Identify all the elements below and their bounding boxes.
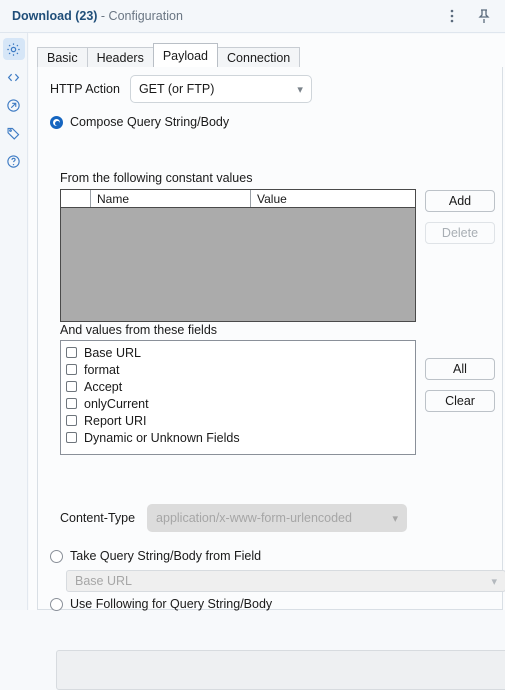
- compose-radio[interactable]: [50, 115, 63, 129]
- tab-payload-label: Payload: [162, 48, 209, 63]
- delete-button[interactable]: Delete: [425, 222, 495, 244]
- title-subtitle: - Configuration: [97, 9, 183, 23]
- tab-payload[interactable]: Payload: [152, 43, 219, 67]
- pin-icon[interactable]: [475, 7, 493, 25]
- compose-radio-label: Compose Query String/Body: [70, 115, 230, 129]
- take-from-field-select[interactable]: Base URL ▾: [66, 570, 505, 592]
- list-item-label: Accept: [84, 379, 123, 394]
- content-type-row: Content-Type application/x-www-form-urle…: [60, 504, 408, 532]
- tab-connection-label: Connection: [227, 50, 291, 65]
- table-header-name: Name: [91, 190, 251, 207]
- take-from-field-value: Base URL: [75, 574, 132, 588]
- all-button-label: All: [453, 362, 467, 376]
- titlebar: Download (23) - Configuration: [0, 0, 505, 33]
- sidebar-item-settings[interactable]: [2, 38, 25, 60]
- add-button-label: Add: [448, 194, 472, 208]
- content-panel: Basic Headers Payload Connection HTTP Ac…: [29, 34, 505, 690]
- sidebar-item-code[interactable]: [3, 66, 25, 88]
- checkbox-base-url[interactable]: [66, 347, 77, 358]
- checkbox-format[interactable]: [66, 364, 77, 375]
- content-type-select[interactable]: application/x-www-form-urlencoded ▾: [147, 504, 408, 532]
- http-action-value: GET (or FTP): [138, 82, 215, 96]
- take-from-field-radio-row[interactable]: Take Query String/Body from Field: [50, 549, 261, 563]
- use-following-textarea[interactable]: [56, 650, 505, 690]
- content-type-value: application/x-www-form-urlencoded: [156, 511, 352, 525]
- tab-basic[interactable]: Basic: [37, 47, 88, 67]
- tab-headers[interactable]: Headers: [86, 47, 154, 67]
- chevron-down-icon: ▾: [392, 512, 399, 525]
- checkbox-dynamic-fields[interactable]: [66, 432, 77, 443]
- sidebar-item-external-link[interactable]: [3, 94, 25, 116]
- chevron-down-icon: ▾: [297, 83, 303, 96]
- table-header-select: [61, 190, 91, 207]
- table-body-empty: [61, 208, 415, 321]
- use-following-radio[interactable]: [50, 597, 63, 611]
- title-app-name: Download: [12, 9, 72, 23]
- tab-basic-label: Basic: [47, 50, 78, 65]
- take-from-field-radio[interactable]: [50, 549, 63, 563]
- checkbox-onlycurrent[interactable]: [66, 398, 77, 409]
- checkbox-report-uri[interactable]: [66, 415, 77, 426]
- content-type-label: Content-Type: [60, 511, 136, 525]
- add-button[interactable]: Add: [425, 190, 495, 212]
- list-item-label: Report URI: [84, 413, 147, 428]
- tabstrip: Basic Headers Payload Connection: [37, 43, 503, 67]
- title-count: (23): [75, 9, 98, 23]
- take-from-field-label: Take Query String/Body from Field: [70, 549, 262, 563]
- all-button[interactable]: All: [425, 358, 495, 380]
- list-item[interactable]: Dynamic or Unknown Fields: [66, 430, 415, 445]
- tab-headers-label: Headers: [96, 50, 144, 65]
- checkbox-accept[interactable]: [66, 381, 77, 392]
- use-following-radio-row[interactable]: Use Following for Query String/Body: [50, 597, 272, 611]
- delete-button-label: Delete: [441, 226, 479, 240]
- constants-table[interactable]: Name Value: [60, 189, 416, 322]
- list-item-label: onlyCurrent: [84, 396, 149, 411]
- list-item-label: format: [84, 362, 120, 377]
- list-item[interactable]: Base URL: [66, 345, 415, 360]
- list-item[interactable]: format: [66, 362, 415, 377]
- fields-listbox[interactable]: Base URL format Accept onlyCurrent Repor…: [60, 340, 416, 455]
- tab-connection[interactable]: Connection: [217, 47, 301, 67]
- list-item-label: Base URL: [84, 345, 141, 360]
- list-item[interactable]: onlyCurrent: [66, 396, 415, 411]
- table-header-row: Name Value: [61, 190, 415, 208]
- list-item[interactable]: Report URI: [66, 413, 415, 428]
- fields-label: And values from these fields: [60, 323, 218, 337]
- compose-radio-row[interactable]: Compose Query String/Body: [50, 115, 229, 129]
- payload-panel: HTTP Action GET (or FTP) ▾ Compose Query…: [37, 67, 505, 690]
- list-item-label: Dynamic or Unknown Fields: [84, 430, 240, 445]
- list-item[interactable]: Accept: [66, 379, 415, 394]
- chevron-down-icon: ▾: [491, 575, 497, 588]
- kebab-menu-icon[interactable]: [443, 7, 461, 25]
- use-following-label: Use Following for Query String/Body: [70, 597, 273, 611]
- constants-label: From the following constant values: [60, 171, 253, 185]
- table-header-value: Value: [257, 191, 287, 206]
- titlebar-actions: [443, 7, 493, 25]
- clear-button[interactable]: Clear: [425, 390, 495, 412]
- http-action-select[interactable]: GET (or FTP) ▾: [129, 75, 312, 103]
- sidebar-item-help[interactable]: [3, 150, 25, 172]
- clear-button-label: Clear: [445, 394, 475, 408]
- page-title: Download (23) - Configuration: [12, 9, 183, 23]
- http-action-row: HTTP Action GET (or FTP) ▾: [50, 75, 312, 103]
- http-action-label: HTTP Action: [50, 82, 120, 96]
- sidebar-item-tag[interactable]: [3, 122, 25, 144]
- sidebar-rail: [0, 33, 28, 610]
